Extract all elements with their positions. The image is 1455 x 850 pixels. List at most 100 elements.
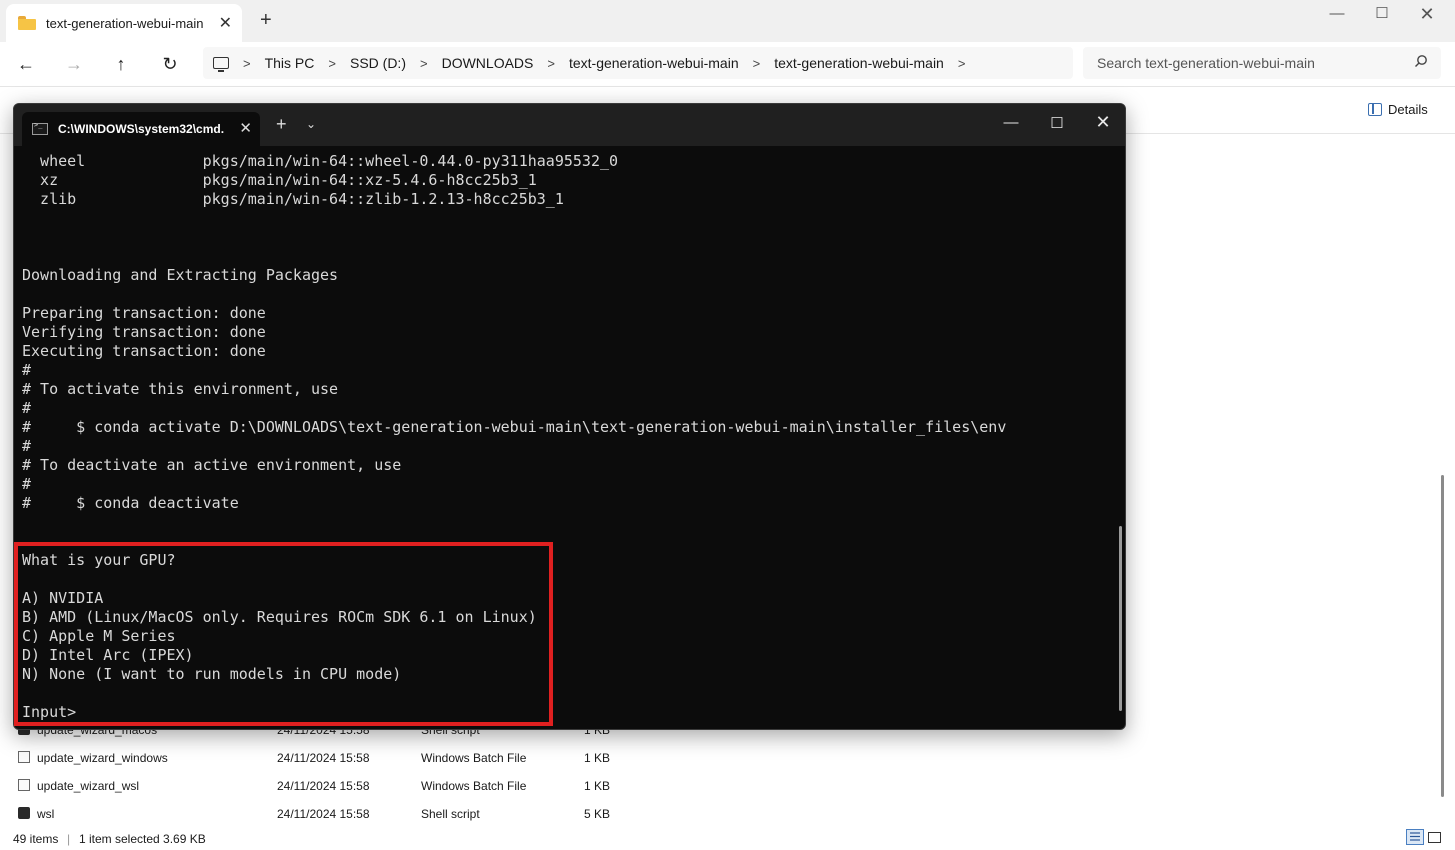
command-prompt-icon	[32, 121, 48, 135]
batch-file-icon	[18, 751, 30, 763]
item-count: 49 items	[13, 832, 59, 846]
gpu-option-amd: B) AMD (Linux/MacOS only. Requires ROCm …	[22, 608, 537, 626]
file-type: Windows Batch File	[421, 751, 527, 765]
terminal-line: # To activate this environment, use	[22, 380, 339, 398]
terminal-window[interactable]: C:\WINDOWS\system32\cmd. ✕ + ⌄ — ☐ ✕ whe…	[13, 103, 1126, 730]
file-name: update_wizard_wsl	[37, 779, 140, 793]
list-view-icon	[1410, 832, 1420, 841]
chevron-down-icon[interactable]: ⌄	[306, 117, 316, 131]
tiles-view-button[interactable]	[1428, 832, 1441, 843]
file-type: Shell script	[421, 807, 480, 821]
terminal-line: wheel pkgs/main/win-64::wheel-0.44.0-py3…	[22, 152, 619, 170]
shell-script-icon	[18, 807, 30, 819]
gpu-option-apple: C) Apple M Series	[22, 627, 176, 645]
terminal-line: #	[22, 399, 32, 417]
terminal-line: Verifying transaction: done	[22, 323, 266, 341]
terminal-minimize-button[interactable]: —	[991, 114, 1031, 131]
status-divider: |	[67, 832, 71, 846]
gpu-option-nvidia: A) NVIDIA	[22, 589, 104, 607]
terminal-line: Downloading and Extracting Packages	[22, 266, 339, 284]
details-pane-icon	[1368, 103, 1382, 116]
terminal-tab-label: C:\WINDOWS\system32\cmd.	[58, 122, 225, 136]
close-tab-icon[interactable]: ✕	[219, 13, 232, 33]
file-row[interactable]: update_wizard_wsl 24/11/2024 15:58 Windo…	[14, 772, 714, 800]
new-terminal-tab-button[interactable]: +	[276, 115, 287, 133]
file-date: 24/11/2024 15:58	[277, 751, 370, 765]
chevron-right-icon[interactable]: >	[753, 56, 761, 71]
terminal-line: #	[22, 475, 32, 493]
terminal-line: Executing transaction: done	[22, 342, 266, 360]
details-view-button[interactable]	[1406, 829, 1424, 845]
terminal-line: Preparing transaction: done	[22, 304, 266, 322]
terminal-tab[interactable]: C:\WINDOWS\system32\cmd. ✕	[22, 112, 260, 146]
terminal-line: # $ conda activate D:\DOWNLOADS\text-gen…	[22, 418, 1007, 436]
breadcrumb-ssd[interactable]: SSD (D:)	[350, 55, 406, 71]
up-button[interactable]: ↑	[107, 52, 135, 76]
file-size: 1 KB	[584, 751, 611, 765]
search-input[interactable]	[1083, 47, 1441, 79]
new-tab-button[interactable]: +	[260, 10, 272, 30]
file-name: wsl	[37, 807, 55, 821]
file-date: 24/11/2024 15:58	[277, 807, 370, 821]
refresh-button[interactable]: ↻	[156, 52, 184, 76]
terminal-line: # To deactivate an active environment, u…	[22, 456, 402, 474]
file-row[interactable]: update_wizard_windows 24/11/2024 15:58 W…	[14, 744, 714, 772]
chevron-right-icon[interactable]: >	[958, 56, 966, 71]
terminal-output[interactable]: wheel pkgs/main/win-64::wheel-0.44.0-py3…	[22, 152, 1112, 727]
chevron-right-icon[interactable]: >	[420, 56, 428, 71]
chevron-right-icon[interactable]: >	[547, 56, 555, 71]
computer-icon	[213, 57, 229, 72]
file-name: update_wizard_windows	[37, 751, 168, 765]
explorer-titlebar: text-generation-webui-main ✕ + — ☐ ✕	[0, 0, 1455, 42]
batch-file-icon	[18, 779, 30, 791]
terminal-titlebar: C:\WINDOWS\system32\cmd. ✕ + ⌄ — ☐ ✕	[14, 104, 1125, 146]
file-date: 24/11/2024 15:58	[277, 779, 370, 793]
gpu-question: What is your GPU?	[22, 551, 176, 569]
search-icon	[1415, 55, 1427, 67]
terminal-line: #	[22, 361, 32, 379]
forward-button[interactable]: →	[60, 52, 88, 76]
terminal-line: # $ conda deactivate	[22, 494, 239, 512]
file-row[interactable]: wsl 24/11/2024 15:58 Shell script 5 KB	[14, 800, 714, 828]
explorer-tab-label: text-generation-webui-main	[46, 15, 204, 31]
breadcrumb-webui-current[interactable]: text-generation-webui-main	[774, 55, 944, 71]
terminal-line: zlib pkgs/main/win-64::zlib-1.2.13-h8cc2…	[22, 190, 564, 208]
gpu-option-intel: D) Intel Arc (IPEX)	[22, 646, 194, 664]
terminal-line: #	[22, 437, 32, 455]
details-button[interactable]: Details	[1368, 102, 1428, 117]
explorer-tab[interactable]: text-generation-webui-main ✕	[6, 4, 242, 42]
breadcrumb-webui-parent[interactable]: text-generation-webui-main	[569, 55, 739, 71]
terminal-line: xz pkgs/main/win-64::xz-5.4.6-h8cc25b3_1	[22, 171, 537, 189]
chevron-right-icon[interactable]: >	[243, 56, 251, 71]
terminal-close-button[interactable]: ✕	[1083, 112, 1123, 133]
file-size: 5 KB	[584, 807, 611, 821]
gpu-option-none: N) None (I want to run models in CPU mod…	[22, 665, 402, 683]
maximize-button[interactable]: ☐	[1360, 4, 1404, 24]
file-type: Windows Batch File	[421, 779, 527, 793]
close-tab-icon[interactable]: ✕	[239, 119, 252, 137]
status-bar: 49 items | 1 item selected 3.69 KB	[0, 826, 1455, 850]
address-bar[interactable]: > This PC > SSD (D:) > DOWNLOADS > text-…	[203, 47, 1073, 79]
breadcrumb-this-pc[interactable]: This PC	[265, 55, 315, 71]
back-button[interactable]: ←	[12, 52, 40, 76]
selection-info: 1 item selected 3.69 KB	[79, 832, 206, 846]
details-label: Details	[1388, 102, 1428, 117]
close-window-button[interactable]: ✕	[1405, 4, 1449, 24]
terminal-scrollbar[interactable]	[1119, 526, 1122, 711]
minimize-button[interactable]: —	[1315, 4, 1359, 24]
folder-icon	[18, 16, 36, 30]
terminal-maximize-button[interactable]: ☐	[1037, 114, 1077, 132]
chevron-right-icon[interactable]: >	[328, 56, 336, 71]
explorer-scrollbar[interactable]	[1441, 475, 1444, 797]
breadcrumb-downloads[interactable]: DOWNLOADS	[442, 55, 534, 71]
input-prompt[interactable]: Input>	[22, 703, 1112, 722]
file-size: 1 KB	[584, 779, 611, 793]
